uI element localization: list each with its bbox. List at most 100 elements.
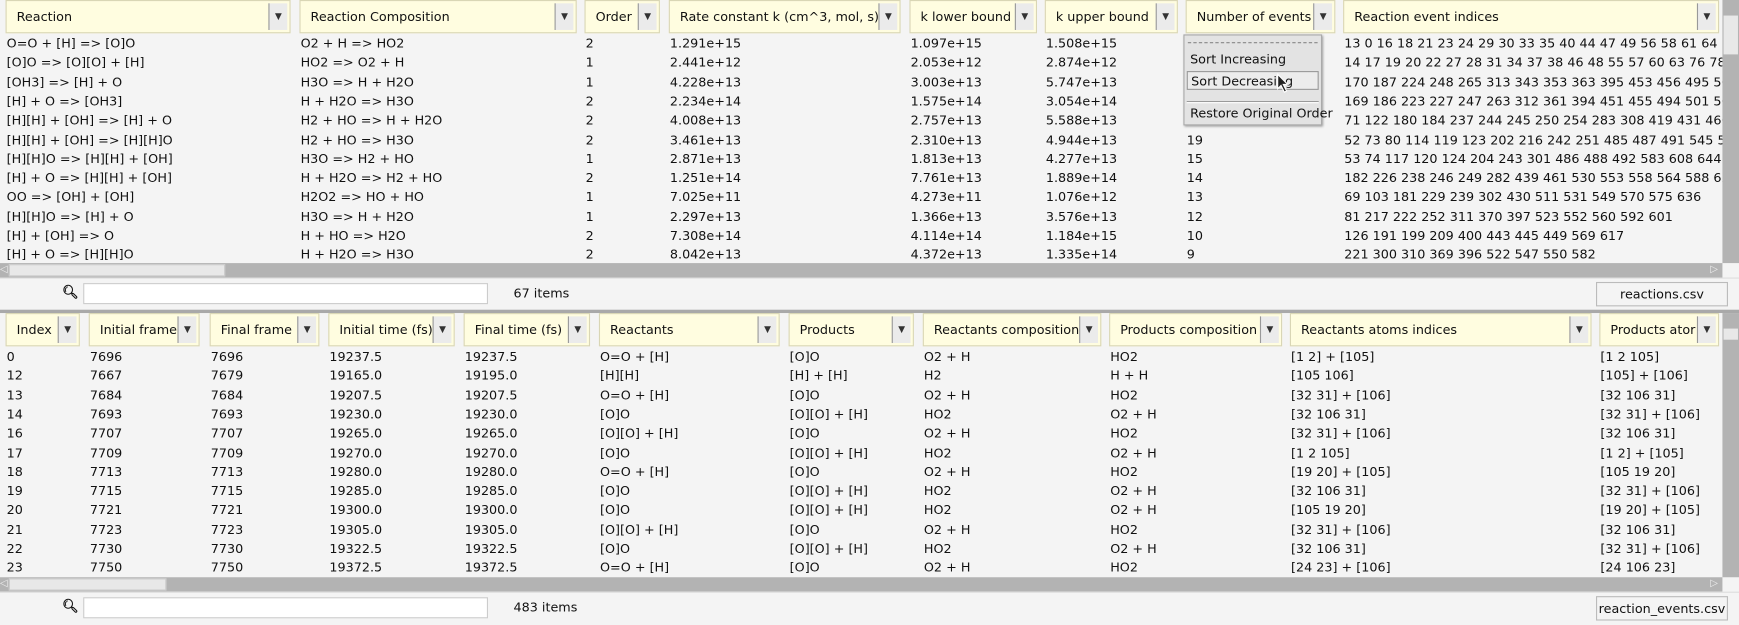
column-header[interactable]: Reactants ▼	[598, 313, 780, 347]
table-cell: 7713	[210, 463, 244, 480]
table-cell: HO2	[1110, 521, 1138, 537]
table-cell: 22	[6, 540, 23, 557]
chevron-down-icon[interactable]: ▼	[1079, 316, 1099, 344]
tear-off-line[interactable]	[1187, 42, 1318, 44]
column-header[interactable]: Number of events ▼	[1185, 0, 1336, 34]
column-header[interactable]: Reactants atoms indices ▼	[1289, 313, 1592, 347]
column-header[interactable]: k lower bound ▼	[909, 0, 1038, 34]
table-cell: 8.042e+13	[669, 246, 742, 263]
column-header[interactable]: Products composition ▼	[1109, 313, 1283, 347]
table-cell: OO => [OH] + [OH]	[6, 189, 135, 205]
table-cell: [O][O] + [H]	[789, 540, 869, 557]
table-cell: 1	[585, 208, 594, 224]
table-cell: [19 20] + [105]	[1290, 463, 1391, 480]
column-header-label: Products	[799, 321, 855, 338]
mouse-cursor-icon	[1277, 73, 1290, 93]
table-cell: 7730	[210, 540, 244, 557]
table-cell: 69 103 181 229 239 302 430 511 531 549 5…	[1344, 189, 1702, 205]
table-cell: H3O => H2 + HO	[300, 150, 414, 167]
chevron-down-icon[interactable]: ▼	[891, 316, 911, 344]
menu-item-sort-increasing[interactable]: Sort Increasing	[1187, 50, 1319, 69]
chevron-down-icon[interactable]: ▼	[1259, 316, 1279, 344]
table-cell: 19	[1186, 131, 1203, 148]
chevron-down-icon[interactable]: ▼	[878, 3, 898, 30]
table-cell: 2.757e+13	[910, 112, 982, 128]
column-header[interactable]: Rate constant k (cm^3, mol, s) ▼	[668, 0, 901, 34]
column-header[interactable]: Products ator ▼	[1599, 313, 1720, 347]
chevron-down-icon[interactable]: ▼	[1014, 3, 1034, 30]
table-cell: 13 0 16 18 21 23 24 29 30 33 35 40 44 47…	[1344, 35, 1723, 52]
events-horizontal-scrollbar[interactable]: ◁ ▷	[0, 577, 1723, 592]
table-cell: [O]O	[789, 463, 820, 480]
table-cell: 4.273e+11	[910, 189, 982, 205]
chevron-down-icon[interactable]: ▼	[1696, 3, 1716, 30]
chevron-down-icon[interactable]: ▼	[1155, 3, 1175, 30]
chevron-down-icon[interactable]: ▼	[757, 316, 777, 344]
chevron-down-icon[interactable]: ▼	[177, 316, 197, 344]
reactions-search-input[interactable]	[83, 283, 489, 305]
table-cell: [H] + O => [OH3]	[6, 93, 123, 109]
table-cell: 18	[6, 463, 23, 480]
column-header[interactable]: k upper bound ▼	[1044, 0, 1178, 34]
column-header-label: Reaction	[16, 8, 73, 25]
table-cell: O2 + H	[1110, 502, 1157, 518]
table-cell: 19300.0	[464, 502, 518, 518]
column-header[interactable]: Reaction Composition ▼	[299, 0, 577, 34]
table-cell: 182 226 238 246 249 282 439 461 530 553 …	[1344, 169, 1723, 186]
table-cell: 1.251e+14	[669, 169, 742, 186]
table-cell: 5.588e+13	[1045, 112, 1118, 128]
column-header[interactable]: Initial frame ▼	[88, 313, 200, 347]
table-cell: 13	[1186, 189, 1203, 205]
table-cell: 13	[6, 386, 23, 403]
chevron-down-icon[interactable]: ▼	[432, 316, 452, 344]
table-cell: H2O2 => HO + HO	[300, 189, 424, 205]
table-cell: 19237.5	[464, 348, 518, 365]
app-window: Reaction ▼ Reaction Composition ▼ Order ▼ Rate…	[0, 0, 1739, 625]
table-cell: 7730	[89, 540, 123, 557]
chevron-down-icon[interactable]: ▼	[1569, 316, 1589, 344]
column-header[interactable]: Index ▼	[5, 313, 80, 347]
menu-item-sort-decreasing[interactable]: Sort Decreasing	[1186, 71, 1319, 90]
chevron-down-icon[interactable]: ▼	[554, 3, 574, 30]
table-cell: 19207.5	[464, 386, 518, 403]
column-header[interactable]: Initial time (fs) ▼	[328, 313, 455, 347]
events-search-input[interactable]	[83, 597, 489, 619]
table-cell: 221 300 310 369 396 522 547 550 582	[1344, 246, 1596, 263]
table-cell: [OH3] => [H] + O	[6, 73, 123, 90]
chevron-down-icon[interactable]: ▼	[1696, 316, 1716, 344]
table-cell: 10	[1186, 227, 1203, 244]
table-cell: [1 2 105]	[1600, 348, 1660, 365]
chevron-down-icon[interactable]: ▼	[57, 316, 77, 344]
table-cell: O2 + H	[1110, 444, 1157, 461]
chevron-down-icon[interactable]: ▼	[1313, 3, 1333, 30]
table-cell: 7.761e+13	[910, 169, 982, 186]
column-header[interactable]: Reaction event indices ▼	[1343, 0, 1720, 34]
reactions-vertical-scrollbar[interactable]	[1722, 0, 1739, 264]
export-reactions-button[interactable]: reactions.csv	[1595, 281, 1728, 307]
chevron-down-icon[interactable]: ▼	[268, 3, 288, 30]
column-header[interactable]: Final frame ▼	[209, 313, 320, 347]
column-header[interactable]: Reactants composition ▼	[922, 313, 1102, 347]
chevron-down-icon[interactable]: ▼	[567, 316, 587, 344]
reactions-horizontal-scrollbar[interactable]: ◁ ▷	[0, 263, 1723, 278]
column-header-label: Index	[16, 321, 52, 338]
menu-item-restore-order[interactable]: Restore Original Order	[1187, 104, 1333, 123]
table-cell: [O]O	[600, 406, 631, 422]
column-header[interactable]: Order ▼	[584, 0, 660, 34]
table-cell: O2 + H	[923, 559, 971, 576]
export-events-button[interactable]: reaction_events.csv	[1595, 596, 1728, 621]
chevron-down-icon[interactable]: ▼	[637, 3, 657, 30]
column-header[interactable]: Products ▼	[788, 313, 914, 347]
table-cell: 19285.0	[464, 482, 518, 499]
table-cell: 7707	[210, 425, 244, 441]
table-cell: [O][O] + [H]	[789, 444, 869, 461]
events-vertical-scrollbar[interactable]	[1722, 313, 1739, 578]
table-cell: 71 122 180 184 237 244 245 250 254 283 3…	[1344, 112, 1723, 128]
table-cell: HO2	[923, 444, 952, 461]
column-header[interactable]: Final time (fs) ▼	[463, 313, 591, 347]
chevron-down-icon[interactable]: ▼	[297, 316, 317, 344]
table-cell: O=O + [H]	[600, 348, 670, 365]
table-cell: 7721	[210, 502, 244, 518]
column-header[interactable]: Reaction ▼	[5, 0, 291, 34]
table-cell: O2 + H	[923, 386, 971, 403]
